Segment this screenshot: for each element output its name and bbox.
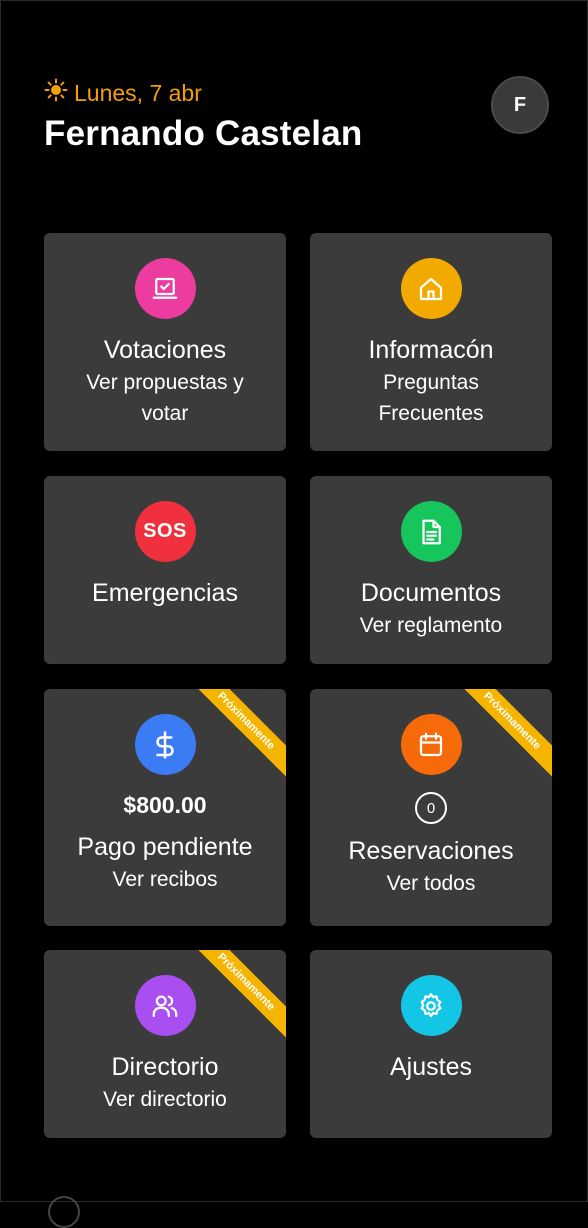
coming-soon-ribbon: Próximamente — [188, 950, 286, 1040]
coming-soon-ribbon: Próximamente — [454, 689, 552, 779]
home-icon — [400, 258, 462, 319]
card-subtitle: Ver reglamento — [359, 614, 503, 637]
card-ajustes[interactable]: Ajustes — [310, 950, 552, 1138]
sos-icon: SOS — [134, 501, 196, 562]
card-subtitle: Ver directorio — [103, 1088, 227, 1111]
calendar-icon — [400, 714, 462, 775]
coming-soon-ribbon: Próximamente — [188, 689, 286, 779]
card-pago[interactable]: Próximamente $800.00 Pago pendiente Ver … — [44, 689, 286, 926]
sos-icon-label: SOS — [143, 520, 187, 542]
card-title: Directorio — [111, 1053, 219, 1081]
reservations-count-badge: 0 — [415, 792, 447, 824]
card-subtitle: Ver propuestas y votar — [86, 371, 244, 425]
dollar-icon — [134, 714, 196, 775]
card-directorio[interactable]: Próximamente Directorio Ver directorio — [44, 950, 286, 1138]
card-subtitle: Ver todos — [386, 872, 476, 895]
card-emergencias[interactable]: SOS Emergencias — [44, 476, 286, 664]
date-line: Lunes, 7 abr — [44, 78, 362, 108]
card-informacion[interactable]: Informacón Preguntas Frecuentes — [310, 233, 552, 451]
ballot-box-icon — [134, 258, 196, 319]
users-icon — [134, 975, 196, 1036]
card-reservaciones[interactable]: Próximamente 0 Reservaciones Ver todos — [310, 689, 552, 926]
payment-amount: $800.00 — [123, 792, 207, 818]
date-text: Lunes, 7 abr — [74, 79, 202, 106]
card-title: Reservaciones — [348, 837, 514, 865]
card-title: Ajustes — [390, 1053, 472, 1081]
header: Lunes, 7 abr Fernando Castelan — [44, 78, 362, 154]
gear-icon — [400, 975, 462, 1036]
card-title: Pago pendiente — [77, 833, 253, 861]
card-title: Informacón — [368, 336, 494, 364]
document-icon — [400, 501, 462, 562]
card-documentos[interactable]: Documentos Ver reglamento — [310, 476, 552, 664]
bottom-partial-element — [48, 1196, 80, 1228]
card-subtitle: Preguntas Frecuentes — [378, 371, 484, 425]
card-title: Documentos — [360, 579, 502, 607]
card-votaciones[interactable]: Votaciones Ver propuestas y votar — [44, 233, 286, 451]
card-subtitle: Ver recibos — [112, 868, 218, 891]
card-title: Votaciones — [103, 336, 227, 364]
avatar-initial: F — [513, 93, 527, 116]
card-title: Emergencias — [92, 579, 238, 607]
sun-icon — [44, 78, 68, 108]
user-name: Fernando Castelan — [44, 114, 363, 153]
avatar-button[interactable]: F — [491, 76, 549, 134]
